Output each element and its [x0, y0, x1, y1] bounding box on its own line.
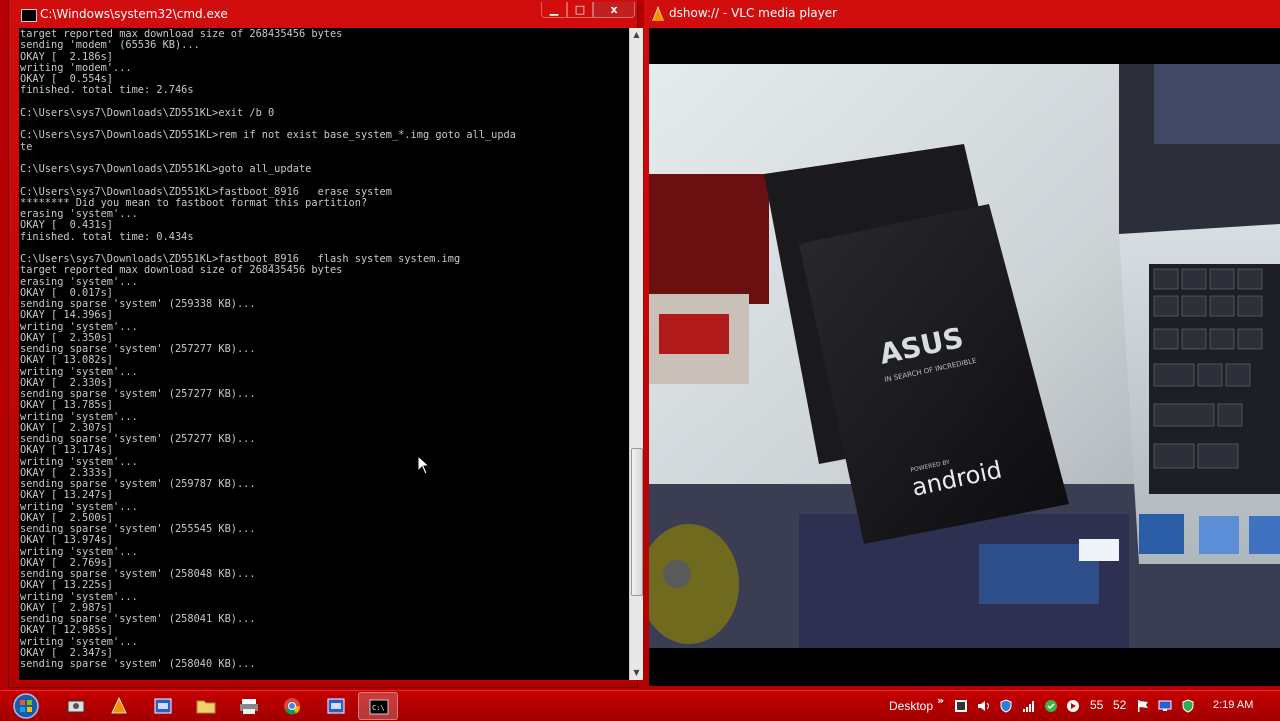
scroll-thumb[interactable]: [631, 448, 643, 596]
cmd-window[interactable]: C:\Windows\system32\cmd.exe ▁ □ x target…: [8, 0, 643, 688]
cmd-window-title: C:\Windows\system32\cmd.exe: [40, 7, 228, 21]
shield-icon[interactable]: [999, 699, 1013, 713]
vlc-video-area[interactable]: ASUS IN SEARCH OF INCREDIBLE POWERED BY …: [649, 28, 1280, 686]
volume-icon[interactable]: [977, 699, 991, 713]
webcam-scene: ASUS IN SEARCH OF INCREDIBLE POWERED BY …: [649, 64, 1280, 648]
vlc-cone-icon[interactable]: [651, 6, 665, 22]
mouse-cursor-icon: [417, 455, 431, 475]
desktop-toolbar-label[interactable]: Desktop: [889, 699, 933, 713]
console-output[interactable]: target reported max download size of 268…: [19, 28, 629, 680]
device-manager-icon[interactable]: [65, 696, 87, 716]
cmd-icon: C:\: [369, 699, 389, 715]
scroll-down-arrow-icon[interactable]: ▼: [630, 666, 643, 680]
tray-app-icon[interactable]: [954, 699, 968, 713]
webcam-video-frame[interactable]: ASUS IN SEARCH OF INCREDIBLE POWERED BY …: [649, 64, 1280, 648]
window-app-icon[interactable]: [325, 696, 347, 716]
folder-icon[interactable]: [195, 696, 217, 716]
cmd-titlebar[interactable]: C:\Windows\system32\cmd.exe ▁ □ x: [9, 0, 637, 28]
scroll-up-arrow-icon[interactable]: ▲: [630, 28, 643, 42]
printer-icon[interactable]: [238, 696, 260, 716]
close-button[interactable]: x: [593, 2, 635, 18]
tray-indicator-number[interactable]: 55: [1090, 698, 1103, 712]
start-orb-icon[interactable]: [8, 692, 44, 720]
display-icon[interactable]: [1158, 699, 1172, 713]
console-scrollbar[interactable]: ▲ ▼: [629, 28, 643, 680]
minimize-button[interactable]: ▁: [541, 2, 567, 18]
tray-indicator-number[interactable]: 52: [1113, 698, 1126, 712]
vlc-window-title: dshow:// - VLC media player: [669, 6, 838, 20]
taskbar: C:\ Desktop » 55 52 2:19 AM: [0, 690, 1280, 721]
security-shield-icon[interactable]: [1181, 699, 1195, 713]
cmd-app-icon[interactable]: [21, 9, 37, 22]
maximize-button[interactable]: □: [567, 2, 593, 18]
taskbar-cmd-button[interactable]: C:\: [358, 692, 398, 720]
toolbar-chevron-icon[interactable]: »: [937, 694, 944, 707]
svg-text:C:\: C:\: [372, 704, 385, 712]
play-tray-icon[interactable]: [1066, 699, 1080, 713]
console-text: target reported max download size of 268…: [20, 28, 516, 670]
vlc-cone-icon[interactable]: [108, 696, 130, 716]
vlc-window[interactable]: dshow:// - VLC media player ASUS IN SEAR…: [644, 0, 1280, 688]
taskbar-clock[interactable]: 2:19 AM: [1213, 699, 1253, 711]
window-app-icon[interactable]: [152, 696, 174, 716]
flag-icon[interactable]: [1136, 699, 1150, 713]
green-tray-icon[interactable]: [1044, 699, 1058, 713]
chrome-icon[interactable]: [281, 696, 303, 716]
network-signal-icon[interactable]: [1022, 699, 1036, 713]
